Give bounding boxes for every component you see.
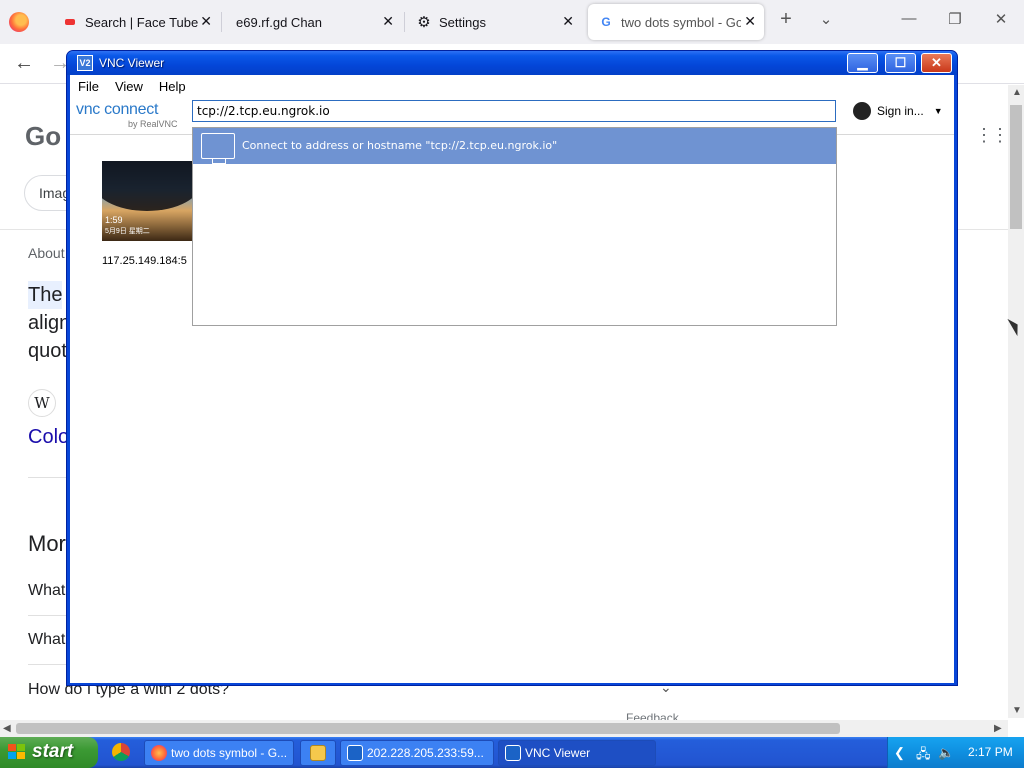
about-results: About bbox=[28, 245, 65, 261]
task-vnc-viewer[interactable]: VNC Viewer bbox=[498, 740, 656, 766]
start-button[interactable]: start bbox=[0, 737, 98, 768]
google-icon: G bbox=[601, 15, 611, 29]
close-icon[interactable]: ✕ bbox=[200, 13, 212, 30]
folder-icon bbox=[310, 745, 326, 761]
snippet-line: quot bbox=[28, 340, 67, 362]
sign-in-button[interactable]: Sign in... ▼ bbox=[853, 102, 943, 120]
minimize-button[interactable]: — bbox=[897, 10, 921, 27]
thumbnail-clock: 1:59 5月9日 星期二 bbox=[105, 215, 150, 237]
scroll-left-arrow-icon[interactable]: ◀ bbox=[3, 723, 11, 734]
system-tray: ❮ 🖧 🔈 2:17 PM bbox=[887, 737, 1024, 768]
thumbnail-date: 5月9日 星期二 bbox=[105, 228, 150, 235]
task-label: two dots symbol - G... bbox=[171, 746, 288, 760]
connection-thumbnail[interactable]: 1:59 5月9日 星期二 bbox=[102, 161, 192, 241]
close-icon[interactable]: ✕ bbox=[744, 13, 756, 30]
thumbnail-wallpaper bbox=[102, 161, 192, 211]
browser-tab-strip: Search | Face Tube ✕ e69.rf.gd Chan ✕ ⚙ … bbox=[0, 0, 1024, 44]
task-firefox[interactable]: two dots symbol - G... bbox=[144, 740, 294, 766]
menu-file[interactable]: File bbox=[78, 79, 99, 94]
window-title: VNC Viewer bbox=[99, 56, 165, 70]
task-label: VNC Viewer bbox=[525, 746, 591, 760]
monitor-icon bbox=[201, 133, 235, 164]
vnc-icon bbox=[347, 745, 363, 761]
vnc-icon bbox=[505, 745, 521, 761]
google-logo[interactable]: Go bbox=[25, 121, 61, 152]
user-icon bbox=[853, 102, 871, 120]
snippet-line: align bbox=[28, 312, 71, 334]
menu-view[interactable]: View bbox=[115, 79, 143, 94]
close-icon[interactable]: ✕ bbox=[382, 13, 394, 30]
back-arrow-icon[interactable]: ← bbox=[14, 52, 34, 75]
question-item[interactable]: What bbox=[28, 582, 65, 600]
connection-label[interactable]: 117.25.149.184:5 bbox=[102, 255, 187, 267]
wikipedia-icon: W bbox=[28, 389, 56, 417]
sign-in-label: Sign in... bbox=[877, 104, 924, 118]
scroll-right-arrow-icon[interactable]: ▶ bbox=[994, 723, 1002, 734]
taskbar: start two dots symbol - G... 202.228.205… bbox=[0, 737, 1024, 768]
minimize-button[interactable]: ▁ bbox=[847, 53, 878, 73]
maximize-button[interactable]: ☐ bbox=[885, 53, 916, 73]
address-suggestions-dropdown: Connect to address or hostname "tcp://2.… bbox=[192, 127, 837, 326]
scroll-down-arrow-icon[interactable]: ▼ bbox=[1012, 705, 1022, 716]
menu-help[interactable]: Help bbox=[159, 79, 186, 94]
task-label: 202.228.205.233:59... bbox=[367, 746, 484, 760]
volume-icon[interactable]: 🔈 bbox=[938, 745, 954, 761]
clock[interactable]: 2:17 PM bbox=[968, 745, 1013, 759]
windows-logo-icon bbox=[8, 744, 26, 761]
address-input[interactable]: tcp://2.tcp.eu.ngrok.io bbox=[192, 100, 836, 122]
vnc-icon: V2 bbox=[77, 55, 93, 71]
tab-divider bbox=[404, 12, 405, 32]
suggestion-text: Connect to address or hostname "tcp://2.… bbox=[242, 139, 558, 152]
people-also-ask-heading: Mor bbox=[28, 531, 66, 556]
scrollbar-thumb[interactable] bbox=[16, 723, 840, 734]
thumbnail-time: 1:59 bbox=[105, 215, 123, 225]
list-tabs-chevron-icon[interactable]: ⌄ bbox=[814, 10, 838, 28]
tab-title: Settings bbox=[439, 14, 486, 30]
firefox-icon[interactable] bbox=[9, 12, 29, 32]
video-icon bbox=[62, 14, 78, 30]
close-icon[interactable]: ✕ bbox=[562, 13, 574, 30]
question-item[interactable]: What bbox=[28, 631, 65, 649]
connect-suggestion-item[interactable]: Connect to address or hostname "tcp://2.… bbox=[193, 128, 836, 164]
menu-bar: File View Help bbox=[70, 75, 954, 97]
vertical-scrollbar[interactable]: ▲ ▼ bbox=[1008, 85, 1024, 718]
restore-button[interactable]: ❐ bbox=[943, 10, 967, 28]
tab-search-face-tube[interactable]: Search | Face Tube ✕ bbox=[52, 4, 220, 40]
window-title-bar[interactable]: V2 VNC Viewer ▁ ☐ ✕ bbox=[67, 51, 957, 75]
task-vnc-remote[interactable]: 202.228.205.233:59... bbox=[340, 740, 494, 766]
tab-title: e69.rf.gd Chan bbox=[236, 14, 323, 30]
network-icon[interactable]: 🖧 bbox=[916, 745, 931, 767]
scroll-up-arrow-icon[interactable]: ▲ bbox=[1012, 87, 1022, 98]
dropdown-arrow-icon: ▼ bbox=[933, 106, 943, 116]
vnc-viewer-window: V2 VNC Viewer ▁ ☐ ✕ File View Help vnc c… bbox=[66, 50, 958, 686]
chrome-icon[interactable] bbox=[112, 743, 130, 761]
horizontal-scrollbar[interactable]: ◀ ▶ bbox=[0, 720, 1008, 737]
tab-divider bbox=[221, 12, 222, 32]
scrollbar-thumb[interactable] bbox=[1010, 105, 1022, 229]
vnc-client-area: File View Help vnc connect by RealVNC tc… bbox=[70, 75, 954, 683]
new-tab-button[interactable]: + bbox=[774, 8, 798, 31]
tab-title: two dots symbol - Goo bbox=[621, 14, 741, 30]
tab-title: Search | Face Tube bbox=[85, 14, 199, 30]
tab-e69-chan[interactable]: e69.rf.gd Chan ✕ bbox=[226, 4, 402, 40]
show-hidden-icons-chevron-icon[interactable]: ❮ bbox=[894, 745, 905, 761]
task-explorer[interactable] bbox=[300, 740, 336, 766]
close-window-button[interactable]: ✕ bbox=[989, 10, 1013, 28]
tab-settings[interactable]: ⚙ Settings ✕ bbox=[406, 4, 582, 40]
result-link[interactable]: Colo bbox=[28, 426, 69, 449]
gear-icon: ⚙ bbox=[417, 14, 431, 31]
tab-two-dots-symbol[interactable]: G two dots symbol - Goo ✕ bbox=[588, 4, 764, 40]
start-label: start bbox=[32, 741, 74, 762]
vnc-brand-byline: by RealVNC bbox=[128, 119, 178, 129]
vnc-connect-logo: vnc connect bbox=[76, 101, 159, 118]
close-button[interactable]: ✕ bbox=[921, 53, 952, 73]
snippet-line: The bbox=[28, 281, 63, 309]
firefox-icon bbox=[151, 745, 167, 761]
